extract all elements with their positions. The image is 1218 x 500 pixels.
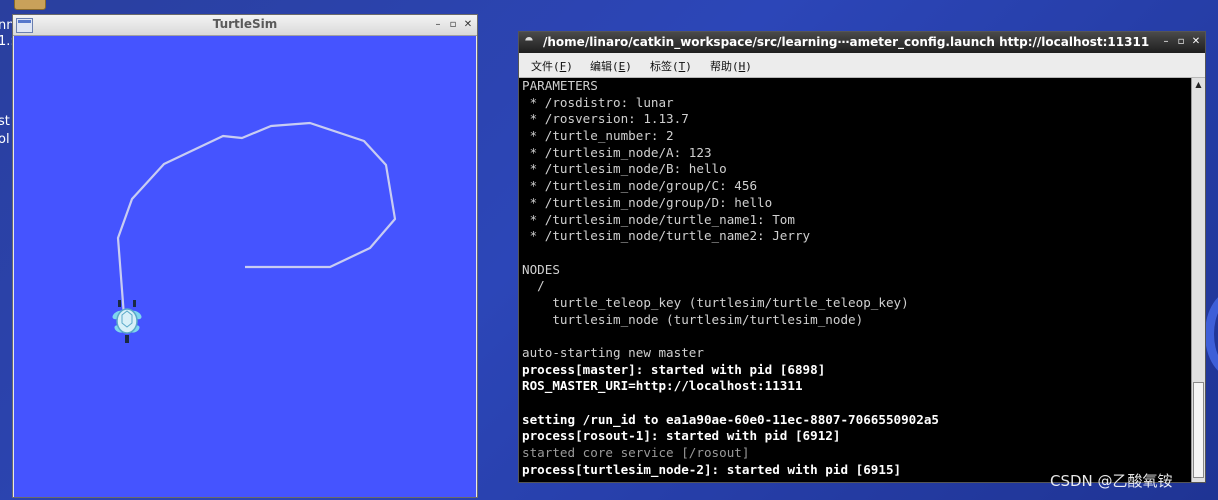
close-button[interactable]: ✕ [1190, 35, 1202, 49]
terminal-line: auto-starting new master [522, 345, 704, 360]
terminal-line: * /turtle_number: 2 [522, 128, 674, 144]
desktop-label: st [0, 114, 10, 129]
terminal-titlebar[interactable]: ⯊ /home/linaro/catkin_workspace/src/lear… [519, 32, 1205, 53]
turtle-icon [112, 300, 142, 343]
vertical-scrollbar[interactable]: ▲ [1191, 78, 1205, 482]
watermark: CSDN @乙酸氧铵 [1050, 472, 1173, 490]
terminal-line: NODES [522, 261, 560, 277]
terminal-line: turtle_teleop_key (turtlesim/turtle_tele… [522, 294, 909, 310]
turtlesim-canvas [14, 36, 476, 497]
desktop-label: ol [0, 132, 10, 147]
terminal-window: ⯊ /home/linaro/catkin_workspace/src/lear… [518, 31, 1206, 483]
maximize-button[interactable]: ▫ [447, 18, 459, 31]
window-title: /home/linaro/catkin_workspace/src/learni… [543, 35, 1150, 49]
terminal-line: process[master]: started with pid [6898] [522, 361, 826, 377]
scroll-thumb[interactable] [1193, 382, 1204, 478]
menu-bar: 文件(F) 编辑(E) 标签(T) 帮助(H) [519, 53, 1205, 78]
desktop-decoration [1205, 290, 1218, 378]
terminal-line: turtlesim_node (turtlesim/turtlesim_node… [522, 311, 864, 327]
menu-help[interactable]: 帮助(H) [710, 58, 752, 74]
terminal-app-icon[interactable]: ⯊ [525, 37, 537, 47]
terminal-line: * /turtlesim_node/group/C: 456 [522, 178, 758, 194]
turtlesim-window: TurtleSim – ▫ ✕ [12, 14, 478, 498]
terminal-line: PARAMETERS [522, 78, 598, 93]
terminal-line: ROS_MASTER_URI=http://localhost:11311 [522, 378, 803, 394]
terminal-line: * /turtlesim_node/turtle_name2: Jerry [522, 228, 811, 244]
terminal-line: started core service [/rosout] [522, 445, 750, 461]
terminal-line: * /rosdistro: lunar [522, 94, 674, 110]
terminal-line: * /rosversion: 1.13.7 [522, 111, 689, 127]
scroll-up-arrow-icon[interactable]: ▲ [1194, 80, 1203, 89]
terminal-line: * /turtlesim_node/turtle_name1: Tom [522, 211, 795, 227]
terminal-line: * /turtlesim_node/group/D: hello [522, 194, 773, 210]
terminal-line: setting /run_id to ea1a90ae-60e0-11ec-88… [522, 411, 940, 427]
terminal-line: * /turtlesim_node/B: hello [522, 161, 727, 177]
terminal-line: process[rosout-1]: started with pid [691… [522, 428, 841, 444]
desktop-folder-icon[interactable] [14, 0, 46, 10]
terminal-output[interactable]: PARAMETERS * /rosdistro: lunar * /rosver… [519, 78, 1191, 482]
menu-edit[interactable]: 编辑(E) [590, 58, 632, 74]
window-title: TurtleSim [212, 17, 278, 31]
close-button[interactable]: ✕ [462, 18, 474, 31]
menu-tabs[interactable]: 标签(T) [650, 58, 692, 74]
turtle-trail [116, 121, 397, 317]
terminal-line: / [522, 278, 545, 294]
turtlesim-titlebar[interactable]: TurtleSim – ▫ ✕ [13, 15, 477, 36]
minimize-button[interactable]: – [432, 18, 444, 31]
menu-file[interactable]: 文件(F) [531, 58, 573, 74]
maximize-button[interactable]: ▫ [1175, 35, 1187, 49]
minimize-button[interactable]: – [1160, 35, 1172, 49]
terminal-line: * /turtlesim_node/A: 123 [522, 144, 712, 160]
